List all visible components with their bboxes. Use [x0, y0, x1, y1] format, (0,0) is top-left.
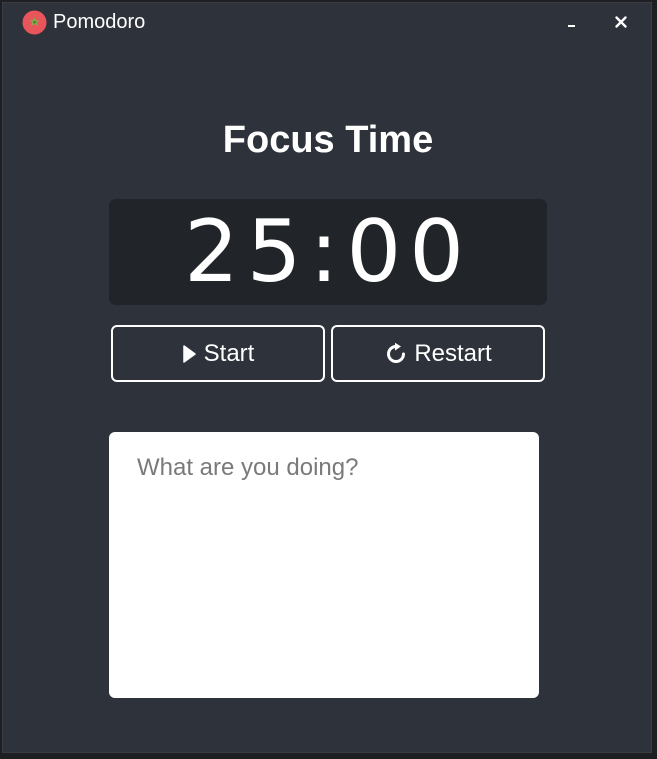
- title-bar[interactable]: Pomodoro: [3, 3, 651, 41]
- minimize-icon: [568, 25, 575, 27]
- tomato-icon: [22, 10, 47, 35]
- app-title: Pomodoro: [53, 11, 146, 33]
- start-button[interactable]: Start: [111, 325, 325, 382]
- play-icon: [182, 344, 196, 363]
- notes-input[interactable]: [109, 432, 539, 698]
- start-label: Start: [203, 339, 255, 367]
- page-title: Focus Time: [222, 119, 434, 161]
- minimize-button[interactable]: [559, 9, 585, 35]
- app-window: Pomodoro Focus Time 25:00 Start Restart: [2, 2, 652, 753]
- restart-button[interactable]: Restart: [331, 325, 545, 382]
- restart-icon: [387, 342, 406, 363]
- timer-value: 25:00: [184, 202, 472, 302]
- close-icon: [615, 16, 627, 28]
- timer-display: 25:00: [109, 199, 547, 305]
- close-button[interactable]: [608, 9, 634, 35]
- restart-label: Restart: [414, 339, 492, 367]
